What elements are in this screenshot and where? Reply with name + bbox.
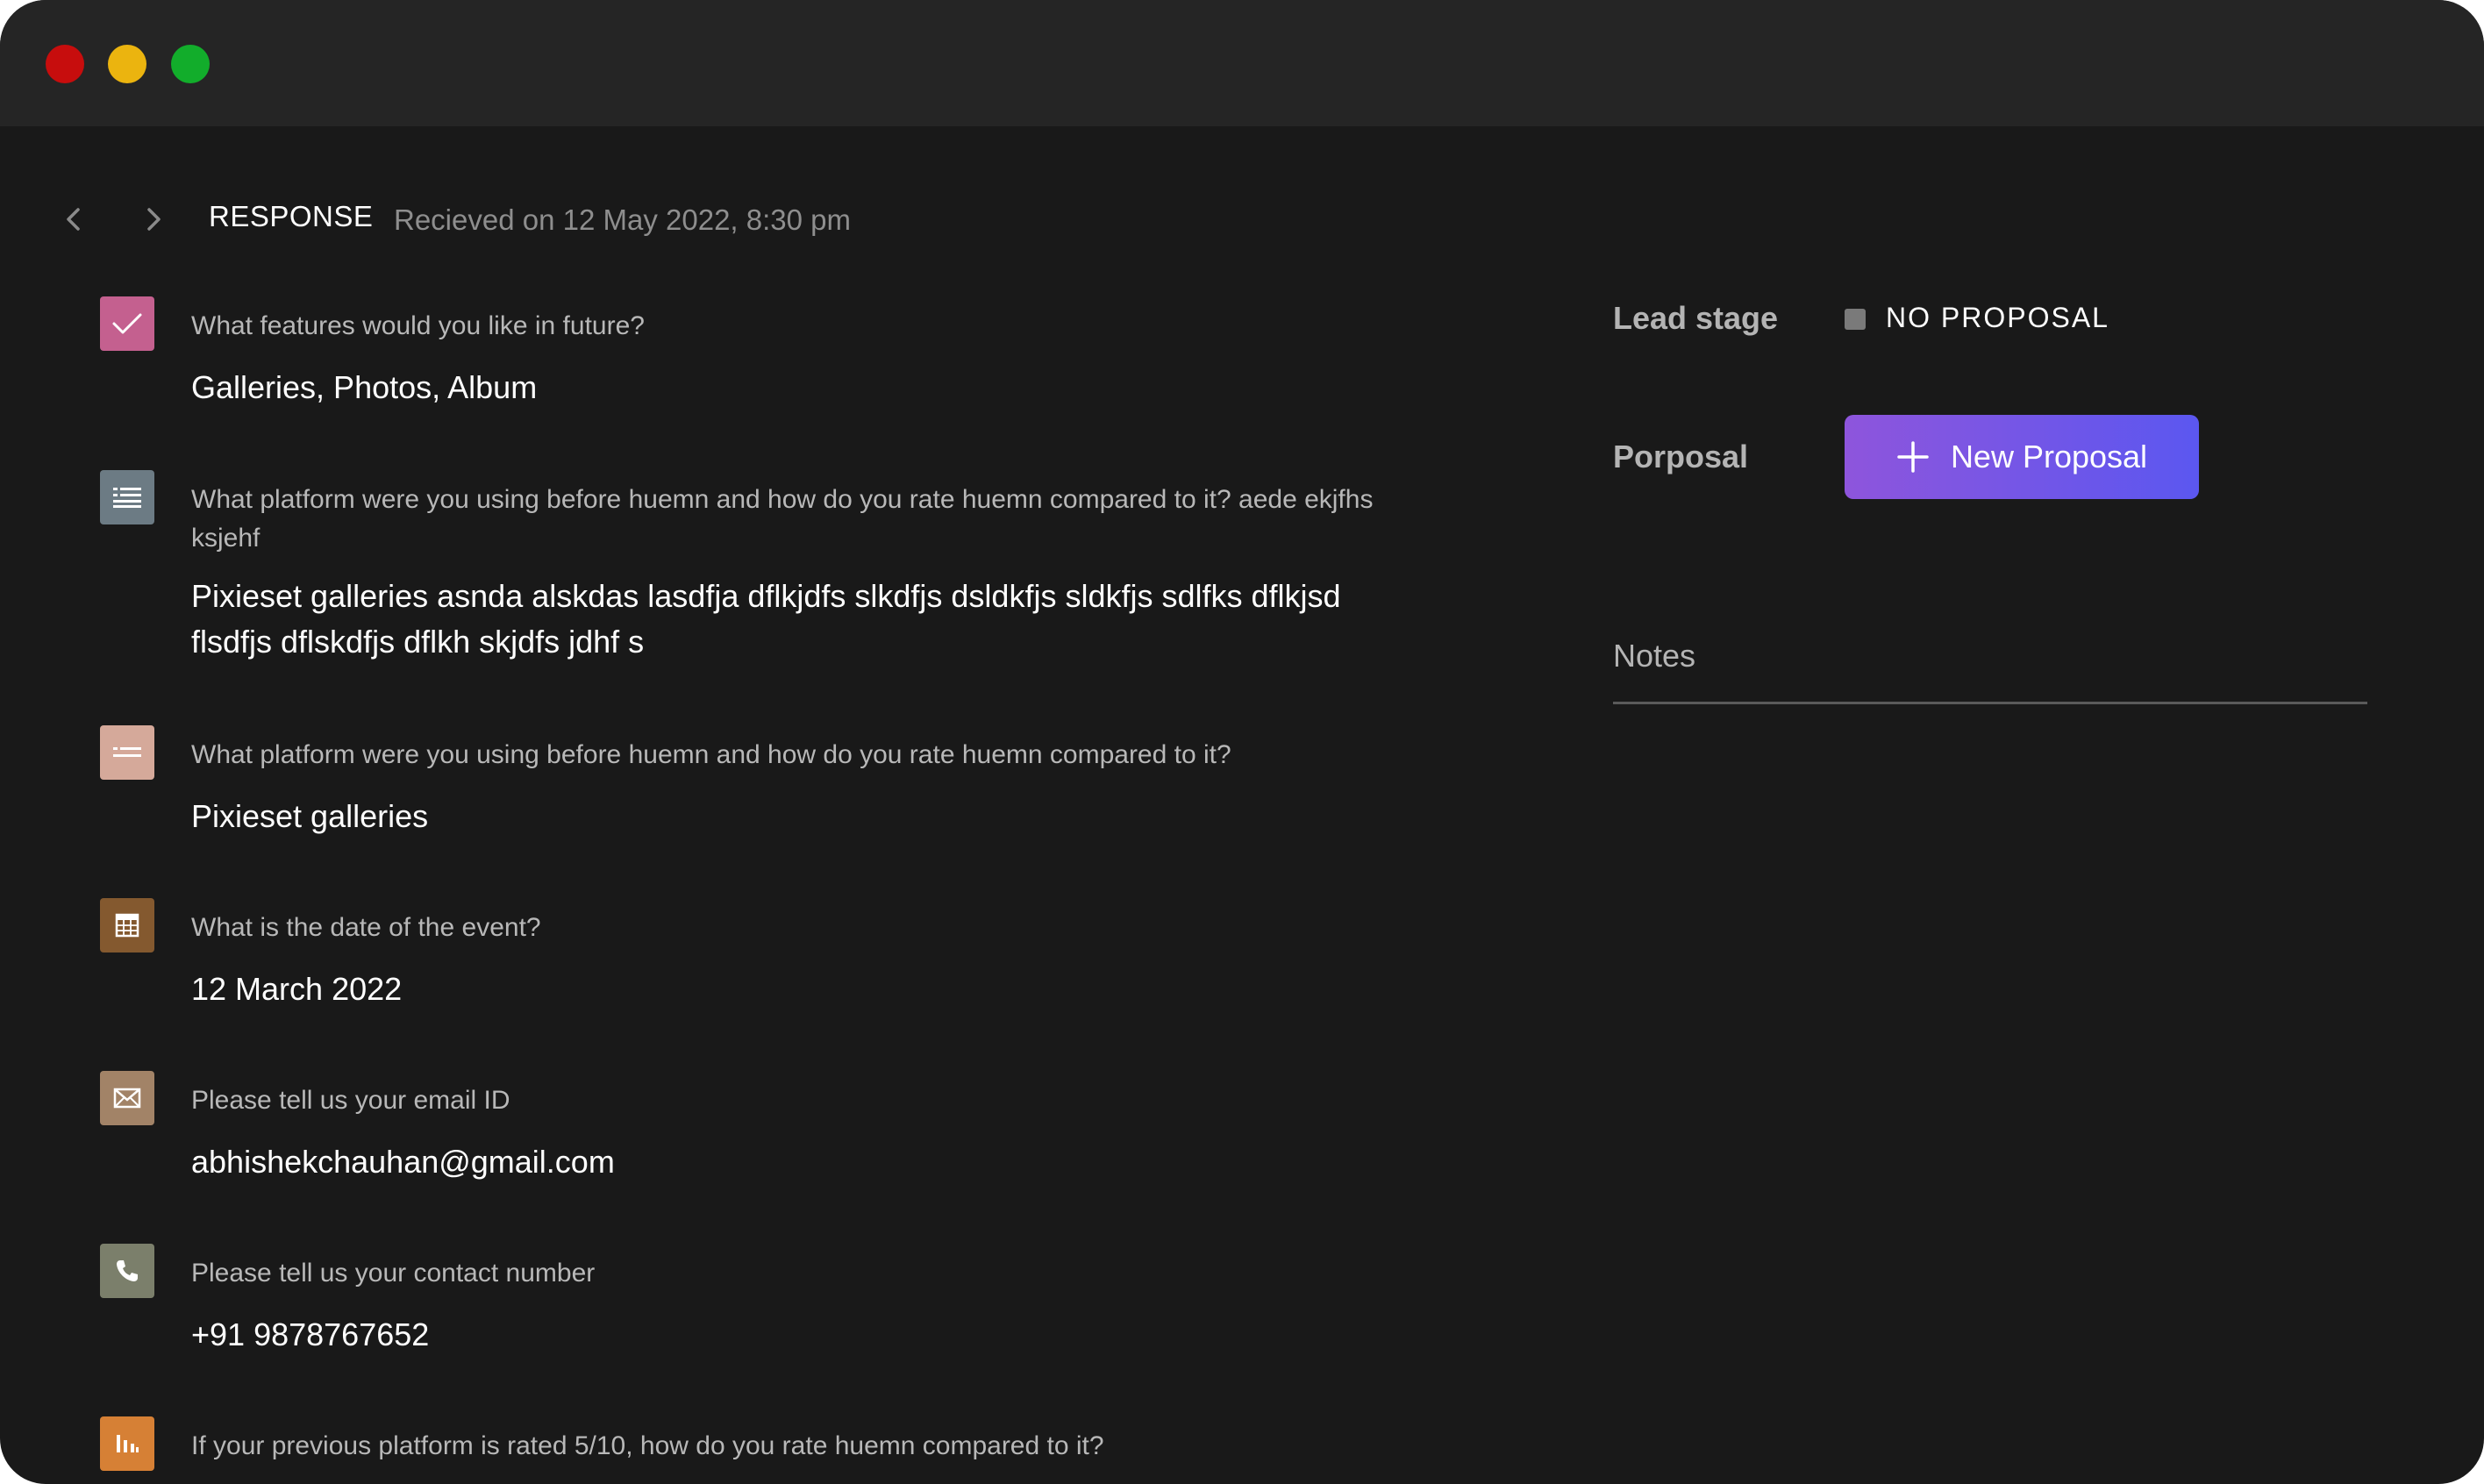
checkbox-icon	[100, 296, 154, 351]
previous-response-button[interactable]	[53, 198, 95, 240]
long-text-icon	[100, 470, 154, 524]
answer-text: +91 9878767652	[191, 1316, 430, 1352]
question-text: Please tell us your email ID	[191, 1086, 510, 1115]
short-text-icon	[100, 725, 154, 780]
maximize-window-button[interactable]	[171, 45, 210, 83]
email-icon	[100, 1071, 154, 1125]
question-text: Please tell us your contact number	[191, 1259, 596, 1288]
lead-stage-value[interactable]: NO PROPOSAL	[1886, 302, 2109, 334]
received-date: Recieved on 12 May 2022, 8:30 pm	[394, 203, 851, 236]
answer-text: Galleries, Photos, Album	[191, 369, 538, 405]
answer-text: abhishekchauhan@gmail.com	[191, 1144, 615, 1180]
question-text: What platform were you using before huem…	[191, 740, 1231, 769]
new-proposal-label: New Proposal	[1950, 439, 2148, 474]
chevron-left-icon	[67, 208, 80, 231]
notes-label: Notes	[1613, 638, 1696, 674]
minimize-window-button[interactable]	[108, 45, 146, 83]
next-response-button[interactable]	[132, 198, 175, 240]
page-title: RESPONSE	[209, 200, 374, 232]
chevron-right-icon	[147, 208, 161, 231]
answer-text: Pixieset galleries asnda alskdas lasdfja…	[191, 578, 1341, 660]
notes-input[interactable]	[1613, 702, 2367, 704]
question-text: What features would you like in future?	[191, 311, 645, 340]
lead-stage-label: Lead stage	[1613, 300, 1779, 336]
proposal-label: Porposal	[1613, 439, 1749, 474]
lead-stage-indicator	[1845, 309, 1866, 330]
title-bar	[0, 0, 2484, 126]
answer-text: 12 March 2022	[191, 971, 403, 1007]
question-text: What is the date of the event?	[191, 913, 541, 942]
answer-text: Pixieset galleries	[191, 798, 429, 834]
plus-icon	[1896, 440, 1930, 474]
question-text: If your previous platform is rated 5/10,…	[191, 1431, 1104, 1460]
app-window: RESPONSE Recieved on 12 May 2022, 8:30 p…	[0, 0, 2484, 1484]
question-text: What platform were you using before huem…	[191, 485, 1374, 553]
phone-icon	[100, 1244, 154, 1298]
rating-icon	[100, 1416, 154, 1471]
close-window-button[interactable]	[46, 45, 84, 83]
calendar-icon	[100, 898, 154, 952]
new-proposal-button[interactable]: New Proposal	[1845, 415, 2199, 499]
